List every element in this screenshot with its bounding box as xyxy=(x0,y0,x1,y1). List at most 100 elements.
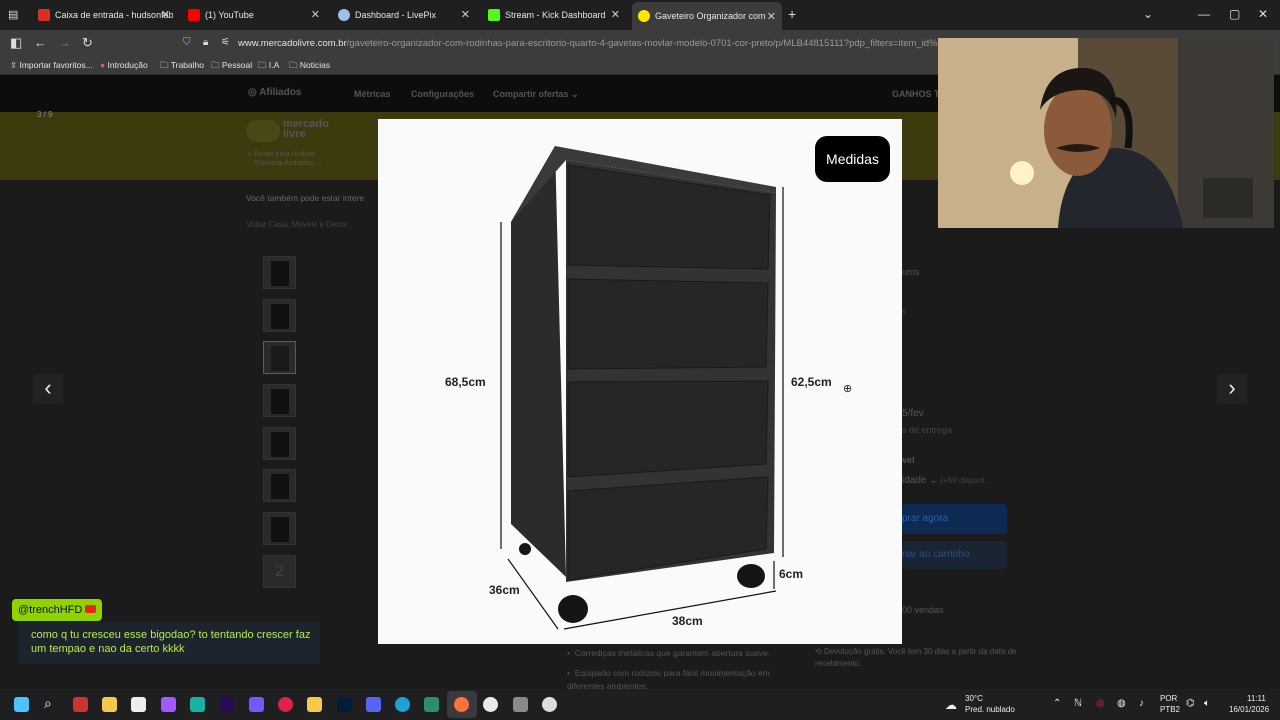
address-input[interactable]: www.mercadolivre.com.br/gaveteiro-organi… xyxy=(238,38,938,49)
forward-icon[interactable]: → xyxy=(58,35,71,50)
tab-mercadolivre[interactable]: Gaveteiro Organizador com Ro ✕ xyxy=(632,2,782,30)
firefox-icon[interactable] xyxy=(454,697,469,712)
breadcrumb[interactable]: Voltar Casa, Móveis e Decor xyxy=(246,220,347,229)
affiliate-earnings: GANHOS T xyxy=(892,89,940,99)
app-icon[interactable] xyxy=(424,697,439,712)
tab-kick[interactable]: Stream - Kick Dashboard ✕ xyxy=(474,0,630,30)
microphone-icon[interactable]: ♪ xyxy=(1139,698,1144,709)
settings-icon[interactable] xyxy=(542,697,557,712)
affiliate-metrics-link[interactable]: Métricas xyxy=(354,89,391,99)
network-icon[interactable]: ⌬ xyxy=(1186,698,1195,709)
product-thumbnail-more[interactable]: 2 xyxy=(263,555,296,588)
new-tab-button[interactable]: + xyxy=(788,6,796,22)
lock-icon[interactable]: 🔒︎ xyxy=(203,37,208,48)
minimize-icon[interactable]: — xyxy=(1198,7,1210,21)
tray-app-icon[interactable]: ℕ xyxy=(1074,698,1082,709)
language-code[interactable]: POR xyxy=(1160,694,1177,703)
mercadolivre-icon xyxy=(638,10,650,22)
tray-app-icon[interactable]: ◍ xyxy=(1117,698,1126,709)
tab-bar: ▤ Caixa de entrada - hudsonfabio ✕ (1) Y… xyxy=(0,0,1280,30)
app-icon[interactable] xyxy=(249,697,264,712)
close-tab-icon[interactable]: ✕ xyxy=(767,10,776,23)
tab-livepix[interactable]: Dashboard - LivePix ✕ xyxy=(324,0,480,30)
sidebar-icon[interactable]: ◧ xyxy=(10,35,22,51)
shield-icon[interactable]: ⛉ xyxy=(183,37,191,48)
obs-icon[interactable] xyxy=(483,697,498,712)
bookmark-label: I.A xyxy=(268,60,280,70)
reload-icon[interactable]: ↻ xyxy=(82,35,93,51)
premiere-icon[interactable] xyxy=(219,697,234,712)
chat-username: @trenchHFD xyxy=(18,604,83,616)
gmail-icon xyxy=(38,9,50,21)
close-tab-icon[interactable]: ✕ xyxy=(311,8,320,21)
edge-icon[interactable] xyxy=(395,697,410,712)
bookmark-ia[interactable]: 🗀︎ I.A xyxy=(258,60,279,74)
tray-chevron-icon[interactable]: ⌃ xyxy=(1053,698,1061,709)
image-lightbox[interactable]: Medidas 68,5cm 62,5cm 6cm 36cm 38cm ⊕ xyxy=(378,119,902,644)
product-thumbnail[interactable] xyxy=(263,469,296,502)
product-thumbnail[interactable] xyxy=(263,427,296,460)
product-thumbnail-selected[interactable] xyxy=(263,341,296,374)
bookmark-trabalho[interactable]: 🗀︎ Trabalho xyxy=(160,60,204,74)
affiliate-share-link[interactable]: Compartir ofertas ⌄ xyxy=(493,89,579,100)
tab-actions-icon[interactable]: ▤ xyxy=(8,8,18,21)
app-icon[interactable] xyxy=(161,697,176,712)
available-count: (+50 disponí... xyxy=(940,476,992,485)
chat-message-text: como q tu cresceu esse bigodao? to tenta… xyxy=(31,629,311,655)
zoom-icon[interactable]: ⊕ xyxy=(843,382,852,395)
clock-time[interactable]: 11:11 xyxy=(1247,694,1266,703)
affiliate-config-link[interactable]: Configurações xyxy=(411,89,474,99)
tab-youtube[interactable]: (1) YouTube ✕ xyxy=(174,0,330,30)
back-icon[interactable]: ← xyxy=(34,35,47,50)
close-window-icon[interactable]: ✕ xyxy=(1258,7,1268,21)
photoshop-icon[interactable] xyxy=(337,697,352,712)
product-thumbnail[interactable] xyxy=(263,384,296,417)
discord-icon[interactable] xyxy=(366,697,381,712)
location-selector[interactable]: ⌖ Enviar para Hudson Travessa Andrades .… xyxy=(248,150,322,168)
previous-image-button[interactable]: ‹ xyxy=(33,374,63,404)
tray-opera-icon[interactable]: ◎ xyxy=(1096,698,1105,709)
next-image-button[interactable]: › xyxy=(1217,374,1247,404)
buy-now-button[interactable]: prar agora xyxy=(902,504,1007,534)
ml-logo-text: mercado livre xyxy=(283,119,329,140)
affiliate-share-label: Compartir ofertas xyxy=(493,89,569,99)
keyboard-layout[interactable]: PTB2 xyxy=(1160,705,1180,714)
file-explorer-icon[interactable] xyxy=(102,697,117,712)
app-icon[interactable] xyxy=(190,697,205,712)
close-tab-icon[interactable]: ✕ xyxy=(161,8,170,21)
app-icon[interactable] xyxy=(307,697,322,712)
quantity-selector[interactable]: idade ⌄ (+50 disponí... xyxy=(902,475,991,486)
app-icon[interactable] xyxy=(73,697,88,712)
bookmark-noticias[interactable]: 🗀︎ Noticias xyxy=(289,60,330,74)
close-tab-icon[interactable]: ✕ xyxy=(611,8,620,21)
product-thumbnail[interactable] xyxy=(263,512,296,545)
product-thumbnail[interactable] xyxy=(263,256,296,289)
right-panel-text: vel xyxy=(902,455,915,465)
add-to-cart-label: nar ao carrinho xyxy=(902,549,970,560)
folder-icon: 🗀︎ xyxy=(160,60,169,70)
notion-icon[interactable] xyxy=(131,697,146,712)
windows-start-icon[interactable] xyxy=(14,697,29,712)
product-thumbnail[interactable] xyxy=(263,299,296,332)
tab-search-icon[interactable]: ⌄ xyxy=(1143,7,1153,21)
windows-taskbar: ⌕ ☁ 30°C Pred. nublado ⌃ ℕ ◎ ◍ ♪ POR PTB… xyxy=(0,689,1280,720)
tab-gmail[interactable]: Caixa de entrada - hudsonfabio ✕ xyxy=(24,0,180,30)
bullet-text: Corrediças metálicas que garantem abertu… xyxy=(574,648,771,658)
volume-icon[interactable]: 🔈︎ xyxy=(1204,698,1210,709)
dimension-width: 38cm xyxy=(672,614,703,628)
weather-icon[interactable]: ☁ xyxy=(945,698,957,712)
webcam-overlay xyxy=(938,38,1274,228)
opera-icon[interactable] xyxy=(278,697,293,712)
add-to-cart-button[interactable]: nar ao carrinho xyxy=(902,541,1007,569)
app-icon[interactable] xyxy=(513,697,528,712)
bookmark-introducao[interactable]: ● Introdução xyxy=(100,60,148,70)
bookmark-import[interactable]: ⇪ Importar favoritos... xyxy=(10,60,93,71)
clock-date[interactable]: 16/01/2026 xyxy=(1229,705,1269,714)
sales-count: 00 vendas xyxy=(902,605,944,615)
bookmark-pessoal[interactable]: 🗀︎ Pessoal xyxy=(211,60,252,74)
close-tab-icon[interactable]: ✕ xyxy=(461,8,470,21)
site-settings-icon[interactable]: ⚟ xyxy=(221,37,230,48)
search-icon[interactable]: ⌕ xyxy=(44,695,59,711)
tab-title: Caixa de entrada - hudsonfabio xyxy=(55,10,173,20)
maximize-icon[interactable]: ▢ xyxy=(1229,7,1240,21)
